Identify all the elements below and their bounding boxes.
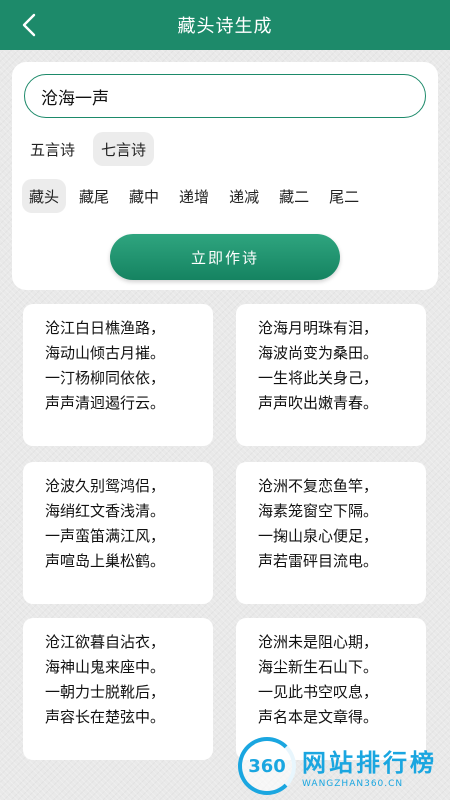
poem-line: 声名本是文章得。	[258, 708, 379, 726]
poem-line: 一掬山泉心便足，	[258, 527, 379, 545]
chevron-left-icon	[22, 13, 36, 37]
poem-line: 海神山鬼来座中。	[45, 658, 166, 676]
compose-poem-button[interactable]: 立即作诗	[110, 234, 340, 280]
poem-line: 一生将此关身己，	[258, 369, 379, 387]
watermark: 360 网站排行榜 WANGZHAN360.CN	[238, 737, 437, 795]
head-words-field[interactable]	[24, 74, 426, 118]
poem-line: 沧海月明珠有泪，	[258, 319, 379, 337]
poem-line: 沧波久别鸳鸿侣，	[45, 477, 166, 495]
poem-card[interactable]: 沧波久别鸳鸿侣， 海绡红文香浅清。 一声蛮笛满江风， 声喧岛上巢松鹤。	[23, 462, 213, 604]
poem-line: 海素笼窗空下隔。	[258, 502, 379, 520]
poem-line: 声容长在楚弦中。	[45, 708, 166, 726]
poem-line: 一声蛮笛满江风，	[45, 527, 166, 545]
mode-options: 藏头 藏尾 藏中 递增 递减 藏二 尾二	[22, 179, 366, 213]
poem-line: 沧洲不复恋鱼竿，	[258, 477, 379, 495]
mode-decreasing[interactable]: 递减	[222, 179, 266, 213]
option-seven-char[interactable]: 七言诗	[93, 132, 155, 166]
length-options: 五言诗 七言诗	[22, 132, 155, 166]
watermark-logo: 360	[238, 737, 296, 795]
poem-line: 海波尚变为桑田。	[258, 344, 379, 362]
poem-line: 沧江欲暮自沾衣，	[45, 633, 166, 651]
top-bar: 藏头诗生成	[0, 0, 450, 50]
mode-middle[interactable]: 藏中	[122, 179, 166, 213]
mode-head[interactable]: 藏头	[22, 179, 67, 213]
poem-card[interactable]: 沧江白日樵渔路， 海动山倾古月摧。 一汀杨柳同依依， 声声清迥遏行云。	[23, 304, 213, 446]
poem-line: 海动山倾古月摧。	[45, 344, 166, 362]
head-words-input[interactable]	[41, 86, 409, 106]
mode-tail[interactable]: 藏尾	[72, 179, 116, 213]
poem-line: 声声清迥遏行云。	[45, 394, 166, 412]
poem-line: 声声吹出嫩青春。	[258, 394, 379, 412]
watermark-name: 网站排行榜	[302, 749, 437, 777]
poem-line: 声若雷砰目流电。	[258, 552, 379, 570]
watermark-text: 网站排行榜 WANGZHAN360.CN	[302, 743, 437, 789]
option-five-char[interactable]: 五言诗	[22, 132, 83, 166]
control-panel: 五言诗 七言诗 藏头 藏尾 藏中 递增 递减 藏二 尾二 立即作诗	[12, 62, 438, 290]
mode-second[interactable]: 藏二	[272, 179, 316, 213]
poem-line: 一汀杨柳同依依，	[45, 369, 166, 387]
poem-line: 沧江白日樵渔路，	[45, 319, 166, 337]
poem-line: 海绡红文香浅清。	[45, 502, 166, 520]
mode-increasing[interactable]: 递增	[172, 179, 216, 213]
watermark-domain: WANGZHAN360.CN	[302, 779, 404, 789]
poem-line: 海尘新生石山下。	[258, 658, 379, 676]
poem-line: 声喧岛上巢松鹤。	[45, 552, 166, 570]
back-button[interactable]	[12, 8, 46, 42]
poem-line: 一朝力士脱靴后，	[45, 683, 166, 701]
poem-line: 沧洲未是阻心期，	[258, 633, 379, 651]
poem-card[interactable]: 沧江欲暮自沾衣， 海神山鬼来座中。 一朝力士脱靴后， 声容长在楚弦中。	[23, 618, 213, 760]
poem-card[interactable]: 沧洲不复恋鱼竿， 海素笼窗空下隔。 一掬山泉心便足， 声若雷砰目流电。	[236, 462, 426, 604]
page-title: 藏头诗生成	[177, 16, 273, 37]
poem-line: 一见此书空叹息，	[258, 683, 379, 701]
poem-card[interactable]: 沧海月明珠有泪， 海波尚变为桑田。 一生将此关身己， 声声吹出嫩青春。	[236, 304, 426, 446]
mode-tail-second[interactable]: 尾二	[322, 179, 366, 213]
